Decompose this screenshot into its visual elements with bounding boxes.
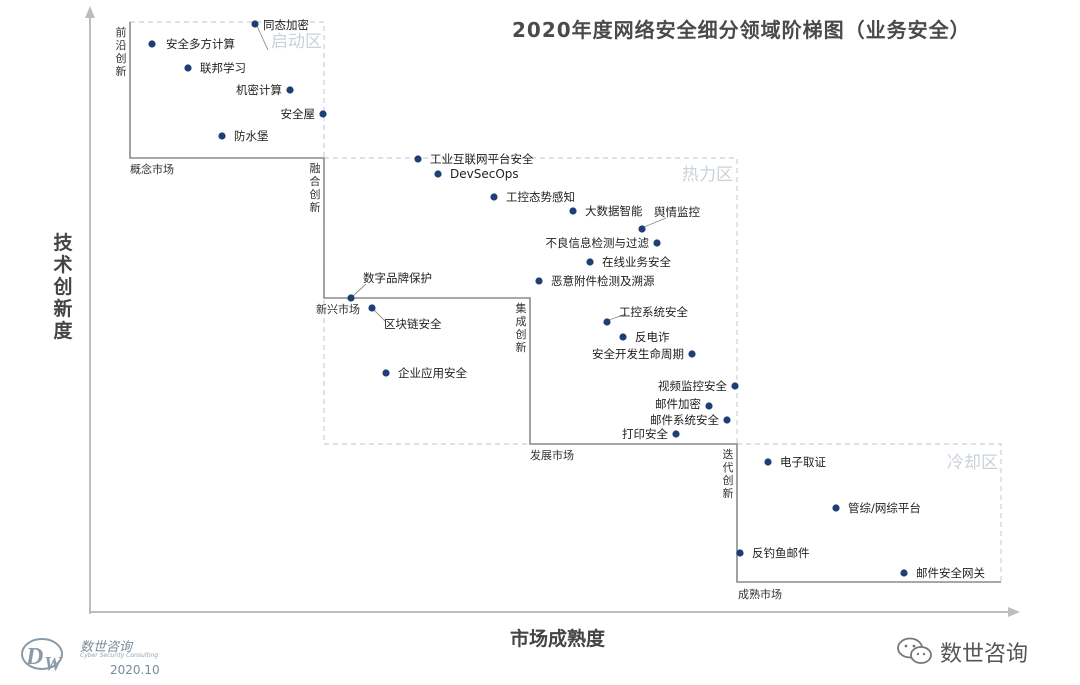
staircase-line [129, 22, 1001, 583]
data-point [731, 382, 739, 390]
market-stage-label: 概念市场 [130, 162, 174, 176]
dw-logo-icon: D W [21, 638, 63, 675]
market-stage-label: 新兴市场 [316, 302, 360, 316]
data-point-label: 安全开发生命周期 [592, 347, 684, 361]
zone-label-startup: 启动区 [271, 32, 322, 52]
logo-subtitle: Cyber Security Consulting [80, 652, 159, 659]
data-point-label: 邮件系统安全 [650, 413, 719, 427]
data-point [218, 132, 226, 140]
ladder-chart: 启动区热力区冷却区 概念市场新兴市场发展市场成熟市场 前沿创新融合创新集成创新迭代创… [85, 6, 1020, 617]
data-point-label: 大数据智能 [585, 204, 643, 218]
data-point-label: 数字品牌保护 [363, 271, 432, 285]
data-point-label: 舆情监控 [654, 205, 700, 219]
data-point-label: 邮件加密 [655, 397, 701, 411]
innovation-stage-label: 集成创新 [516, 301, 527, 354]
data-point-label: 恶意附件检测及溯源 [551, 274, 655, 288]
zone-label-hot: 热力区 [682, 165, 733, 185]
y-axis-arrow [85, 6, 95, 18]
data-point-label: 打印安全 [622, 427, 668, 441]
zone-label-cooling: 冷却区 [947, 453, 998, 473]
data-point [286, 86, 294, 94]
data-point [347, 294, 355, 302]
svg-text:W: W [44, 653, 63, 675]
data-point-label: 同态加密 [263, 18, 309, 32]
data-point [490, 193, 498, 201]
data-point-label: 安全多方计算 [166, 37, 235, 51]
data-point [535, 277, 543, 285]
svg-text:D: D [25, 644, 43, 670]
data-point [672, 430, 680, 438]
data-point [434, 170, 442, 178]
innovation-stage-label: 前沿创新 [116, 25, 127, 78]
wechat-icon [897, 637, 932, 664]
data-point [705, 402, 713, 410]
data-point [414, 155, 422, 163]
data-point [569, 207, 577, 215]
data-point [832, 504, 840, 512]
data-point [148, 40, 156, 48]
data-point-label: 工控态势感知 [506, 190, 575, 204]
data-point [638, 225, 646, 233]
data-point-label: 电子取证 [780, 455, 826, 469]
data-point-label: 反钓鱼邮件 [752, 546, 810, 560]
data-point-label: 工控系统安全 [619, 305, 688, 319]
data-point [900, 569, 908, 577]
chart-title: 2020年度网络安全细分领域阶梯图（业务安全） [512, 18, 971, 42]
data-point [319, 110, 327, 118]
data-point-label: 企业应用安全 [398, 366, 467, 380]
data-point-label: 工业互联网平台安全 [430, 152, 534, 166]
data-point-label: 区块链安全 [384, 317, 442, 331]
data-point [603, 318, 611, 326]
data-point [736, 549, 744, 557]
data-point-label: DevSecOps [450, 167, 519, 181]
data-point [619, 333, 627, 341]
data-point-label: 机密计算 [236, 83, 282, 97]
wechat-name: 数世咨询 [940, 642, 1029, 667]
data-point [368, 304, 376, 312]
brand-logo: D W 数世咨询 Cyber Security Consulting 2020.… [18, 630, 160, 680]
data-point-label: 管综/网综平台 [848, 501, 921, 515]
data-point [382, 369, 390, 377]
wechat-account: 数世咨询 [896, 634, 1056, 668]
innovation-stage-label: 融合创新 [310, 162, 321, 214]
data-point-label: 安全屋 [281, 107, 316, 121]
market-stage-label: 发展市场 [530, 448, 574, 462]
x-axis-arrow [1008, 607, 1020, 617]
data-point-label: 在线业务安全 [602, 255, 671, 269]
y-axis-label: 技术创新度 [53, 232, 73, 342]
data-point [184, 64, 192, 72]
market-stage-label: 成熟市场 [738, 587, 782, 601]
data-point-label: 联邦学习 [200, 61, 246, 75]
data-point-label: 反电诈 [635, 330, 670, 344]
data-point [688, 350, 696, 358]
data-point-label: 防水堡 [234, 129, 269, 143]
x-axis-label: 市场成熟度 [510, 628, 606, 650]
data-point-label: 视频监控安全 [658, 379, 727, 393]
report-date: 2020.10 [110, 663, 160, 677]
data-point-label: 不良信息检测与过滤 [546, 236, 650, 250]
data-point-label: 邮件安全网关 [916, 566, 985, 580]
data-point [653, 239, 661, 247]
chart-canvas: 启动区热力区冷却区 概念市场新兴市场发展市场成熟市场 前沿创新融合创新集成创新迭代创… [0, 0, 1080, 685]
innovation-stage-label: 迭代创新 [723, 448, 734, 500]
data-point [586, 258, 594, 266]
data-point [251, 20, 259, 28]
data-point [723, 416, 731, 424]
data-point [764, 458, 772, 466]
leader-line [643, 217, 667, 228]
leader-line [352, 283, 367, 297]
